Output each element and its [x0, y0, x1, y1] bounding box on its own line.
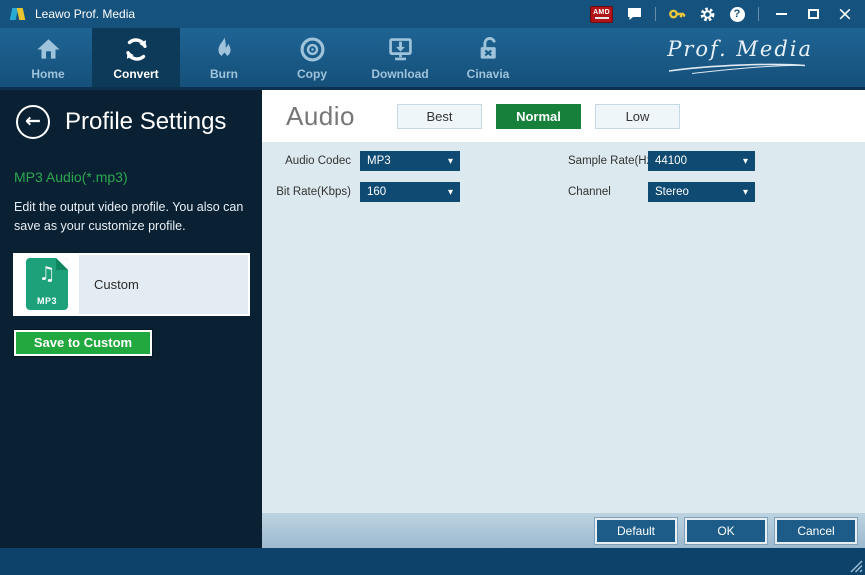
bit-rate-label: Bit Rate(Kbps) [262, 186, 360, 198]
status-bar [0, 548, 865, 575]
bit-rate-dropdown[interactable]: 160 [360, 182, 460, 202]
titlebar: Leawo Prof. Media AMD [0, 0, 865, 28]
copy-disc-icon [298, 35, 327, 64]
back-button[interactable]: ← [16, 105, 50, 139]
chevron-down-icon [743, 156, 748, 167]
sidebar: ← Profile Settings MP3 Audio(*.mp3) Edit… [0, 90, 262, 548]
ok-button[interactable]: OK [685, 518, 767, 544]
titlebar-separator [655, 7, 656, 21]
quality-normal-button[interactable]: Normal [496, 104, 581, 129]
channel-label: Channel [568, 186, 648, 198]
profile-description: Edit the output video profile. You also … [14, 198, 250, 236]
app-logo-icon [10, 6, 27, 22]
chevron-down-icon [448, 156, 453, 167]
content-header: Audio Best Normal Low [262, 90, 865, 142]
custom-profile-item[interactable]: ♫ MP3 Custom [13, 253, 250, 316]
chat-icon[interactable] [625, 5, 643, 23]
cancel-button[interactable]: Cancel [775, 518, 857, 544]
quality-selector: Best Normal Low [397, 104, 680, 129]
resize-grip[interactable] [849, 559, 863, 573]
app-window: Leawo Prof. Media AMD [0, 0, 865, 575]
audio-settings-form: Audio Codec MP3 Sample Rate(Hz) 44100 Bi… [262, 142, 865, 513]
quality-low-button[interactable]: Low [595, 104, 680, 129]
footer-bar: Default OK Cancel [262, 513, 865, 548]
channel-dropdown[interactable]: Stereo [648, 182, 755, 202]
content-panel: Audio Best Normal Low Audio Codec MP3 Sa… [262, 90, 865, 548]
amd-gaming-badge-icon[interactable]: AMD [590, 6, 613, 23]
chevron-down-icon [448, 187, 453, 198]
burn-flame-icon [210, 35, 239, 64]
navbar: Home Convert Burn Copy [0, 28, 865, 90]
default-button[interactable]: Default [595, 518, 677, 544]
convert-icon [122, 35, 151, 64]
audio-codec-dropdown[interactable]: MP3 [360, 151, 460, 171]
brand-swoosh [667, 62, 807, 74]
mp3-file-icon: ♫ MP3 [26, 258, 68, 310]
profile-name: MP3 Audio(*.mp3) [14, 169, 246, 185]
tab-home[interactable]: Home [4, 28, 92, 87]
help-icon[interactable]: ? [728, 5, 746, 23]
brand-logo: Prof. Media [667, 37, 813, 74]
page-title: Profile Settings [65, 108, 226, 136]
save-to-custom-button[interactable]: Save to Custom [14, 330, 152, 356]
home-icon [34, 35, 63, 64]
tab-burn[interactable]: Burn [180, 28, 268, 87]
back-arrow-icon: ← [25, 112, 41, 131]
music-note-icon: ♫ [38, 263, 55, 285]
key-icon[interactable] [668, 5, 686, 23]
tab-cinavia[interactable]: Cinavia [444, 28, 532, 87]
sample-rate-dropdown[interactable]: 44100 [648, 151, 755, 171]
app-title: Leawo Prof. Media [35, 7, 135, 21]
titlebar-separator [758, 7, 759, 21]
gear-icon[interactable] [698, 5, 716, 23]
tab-copy[interactable]: Copy [268, 28, 356, 87]
custom-profile-label: Custom [94, 277, 139, 292]
audio-codec-label: Audio Codec [262, 155, 360, 167]
sample-rate-label: Sample Rate(Hz) [568, 155, 648, 167]
cinavia-unlock-icon [474, 35, 503, 64]
tab-download[interactable]: Download [356, 28, 444, 87]
tab-convert[interactable]: Convert [92, 28, 180, 87]
maximize-button[interactable] [803, 4, 823, 24]
minimize-button[interactable] [771, 4, 791, 24]
quality-best-button[interactable]: Best [397, 104, 482, 129]
chevron-down-icon [743, 187, 748, 198]
download-icon [386, 35, 415, 64]
section-title: Audio [286, 101, 355, 132]
close-button[interactable]: × [835, 4, 855, 24]
main-area: ← Profile Settings MP3 Audio(*.mp3) Edit… [0, 90, 865, 548]
